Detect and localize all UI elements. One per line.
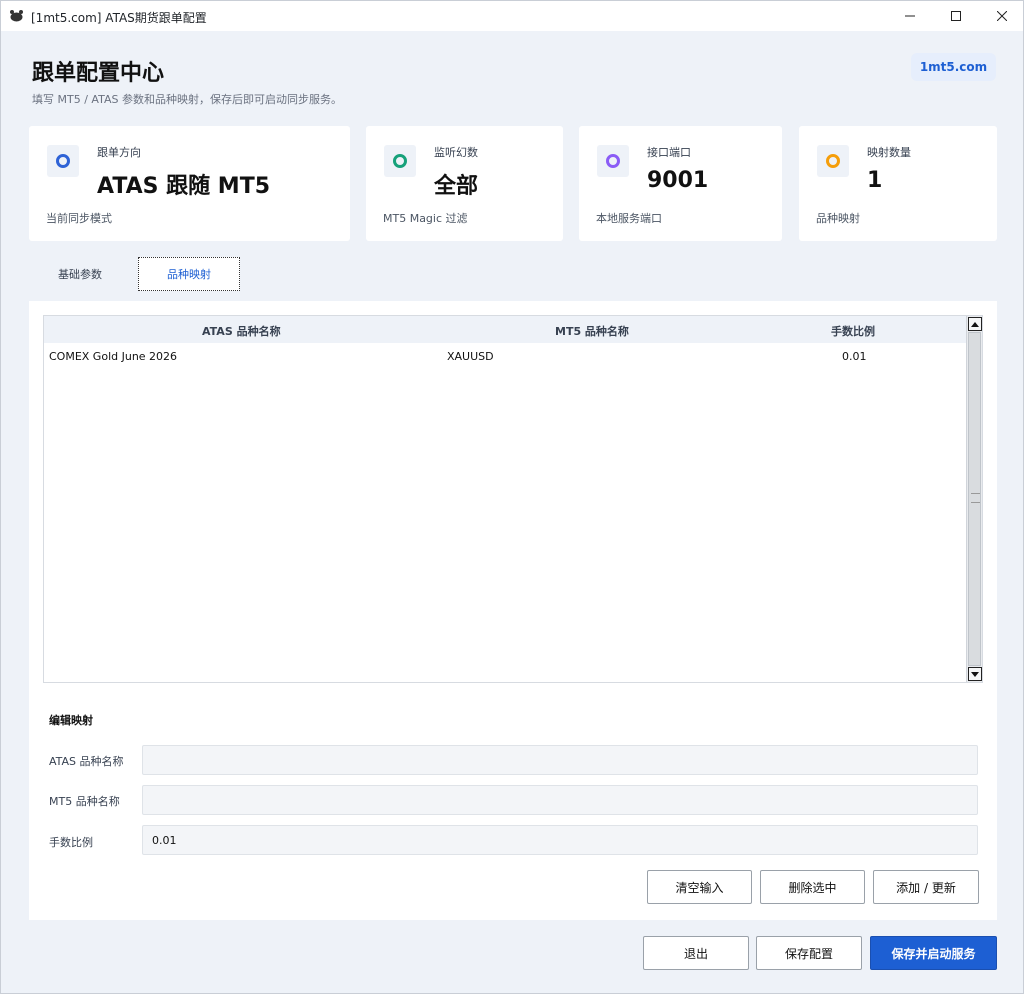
save-config-button[interactable]: 保存配置: [756, 936, 862, 970]
stat-label: 监听幻数: [434, 146, 478, 159]
lot-ratio-input[interactable]: [142, 825, 978, 855]
stat-value: 1: [867, 168, 883, 193]
minimize-button[interactable]: [887, 1, 933, 31]
brand-badge: 1mt5.com: [911, 53, 996, 81]
tab-symbol-mapping[interactable]: 品种映射: [138, 257, 240, 291]
atas-symbol-input[interactable]: [142, 745, 978, 775]
table-row[interactable]: COMEX Gold June 2026 XAUUSD 0.01: [44, 350, 966, 368]
direction-icon-box: [47, 145, 79, 177]
window-title: [1mt5.com] ATAS期货跟单配置: [31, 11, 207, 25]
arrow-up-icon: [971, 321, 979, 327]
stat-card-port: 接口端口 9001 本地服务端口: [579, 126, 782, 241]
count-icon-box: [817, 145, 849, 177]
table-header: ATAS 品种名称 MT5 品种名称 手数比例: [44, 316, 966, 343]
stat-caption: 品种映射: [816, 212, 860, 225]
stat-caption: MT5 Magic 过滤: [383, 212, 468, 225]
bear-paw-icon: [10, 10, 23, 22]
minimize-icon: [905, 15, 915, 17]
stat-card-magic: 监听幻数 全部 MT5 Magic 过滤: [366, 126, 563, 241]
page-subtitle: 填写 MT5 / ATAS 参数和品种映射，保存后即可启动同步服务。: [32, 93, 342, 106]
column-header-mt5[interactable]: MT5 品种名称: [555, 323, 629, 339]
arrow-down-icon: [971, 671, 979, 677]
scroll-track[interactable]: [968, 332, 981, 666]
title-bar[interactable]: [1mt5.com] ATAS期货跟单配置: [1, 1, 1023, 31]
stat-caption: 本地服务端口: [596, 212, 662, 225]
mapping-panel: ATAS 品种名称 MT5 品种名称 手数比例 COMEX Gold June …: [29, 301, 997, 920]
scroll-grip[interactable]: [971, 493, 980, 503]
clear-input-button[interactable]: 清空输入: [647, 870, 752, 904]
exit-button[interactable]: 退出: [643, 936, 749, 970]
scroll-down-button[interactable]: [968, 667, 982, 681]
ring-icon: [826, 154, 840, 168]
app-window: [1mt5.com] ATAS期货跟单配置 跟单配置中心 填写 MT5 / AT…: [0, 0, 1024, 994]
stat-card-mapping-count: 映射数量 1 品种映射: [799, 126, 997, 241]
magic-icon-box: [384, 145, 416, 177]
vertical-scrollbar[interactable]: [966, 316, 982, 682]
stat-card-direction: 跟单方向 ATAS 跟随 MT5 当前同步模式: [29, 126, 350, 241]
add-update-button[interactable]: 添加 / 更新: [873, 870, 979, 904]
cell-mt5-symbol: XAUUSD: [447, 350, 494, 363]
tab-base-params[interactable]: 基础参数: [41, 257, 119, 291]
port-icon-box: [597, 145, 629, 177]
maximize-button[interactable]: [933, 1, 979, 31]
column-header-atas[interactable]: ATAS 品种名称: [202, 323, 281, 339]
close-button[interactable]: [979, 1, 1024, 31]
stat-value: 全部: [434, 174, 479, 199]
maximize-icon: [951, 11, 961, 21]
mapping-table[interactable]: ATAS 品种名称 MT5 品种名称 手数比例 COMEX Gold June …: [43, 315, 983, 683]
lot-ratio-label: 手数比例: [49, 836, 93, 849]
stat-caption: 当前同步模式: [46, 212, 112, 225]
close-icon: [997, 11, 1007, 21]
page-title: 跟单配置中心: [32, 61, 165, 86]
editor-section-title: 编辑映射: [49, 714, 93, 727]
stat-value: 9001: [647, 168, 709, 193]
scroll-up-button[interactable]: [968, 317, 982, 331]
stat-value: ATAS 跟随 MT5: [97, 174, 271, 199]
mt5-symbol-input[interactable]: [142, 785, 978, 815]
column-header-ratio[interactable]: 手数比例: [831, 323, 875, 339]
stat-label: 接口端口: [647, 146, 691, 159]
ring-icon: [393, 154, 407, 168]
save-and-start-button[interactable]: 保存并启动服务: [870, 936, 997, 970]
cell-lot-ratio: 0.01: [842, 350, 867, 363]
ring-icon: [606, 154, 620, 168]
cell-atas-symbol: COMEX Gold June 2026: [49, 350, 178, 363]
atas-symbol-label: ATAS 品种名称: [49, 755, 124, 768]
stat-label: 跟单方向: [97, 146, 141, 159]
mt5-symbol-label: MT5 品种名称: [49, 795, 120, 808]
delete-selected-button[interactable]: 删除选中: [760, 870, 865, 904]
ring-icon: [56, 154, 70, 168]
stat-label: 映射数量: [867, 146, 911, 159]
